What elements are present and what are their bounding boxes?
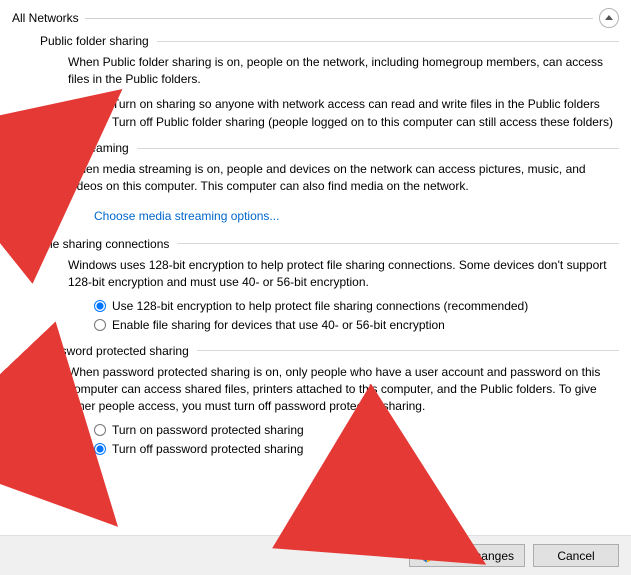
- uac-shield-icon: [420, 549, 434, 563]
- button-label: Cancel: [557, 549, 594, 563]
- group-description: When media streaming is on, people and d…: [68, 161, 608, 195]
- radio-pfs-off[interactable]: [94, 116, 106, 128]
- radio-label[interactable]: Turn off Public folder sharing (people l…: [112, 114, 613, 131]
- group-description: When Public folder sharing is on, people…: [68, 54, 608, 88]
- radio-label[interactable]: Turn off password protected sharing: [112, 441, 303, 458]
- radio-pps-off[interactable]: [94, 443, 106, 455]
- footer-bar: Save changes Cancel: [0, 535, 631, 575]
- group-public-folder-sharing: Public folder sharing When Public folder…: [40, 34, 619, 131]
- media-streaming-options-link[interactable]: Choose media streaming options...: [94, 209, 279, 223]
- group-title: File sharing connections: [40, 237, 177, 251]
- radio-label[interactable]: Turn on password protected sharing: [112, 422, 304, 439]
- section-header: All Networks: [12, 8, 619, 28]
- radio-pfs-on[interactable]: [94, 98, 106, 110]
- group-file-sharing-connections: File sharing connections Windows uses 12…: [40, 237, 619, 334]
- group-password-protected-sharing: Password protected sharing When password…: [40, 344, 619, 458]
- radio-fsc-128[interactable]: [94, 300, 106, 312]
- radio-label[interactable]: Use 128-bit encryption to help protect f…: [112, 298, 528, 315]
- collapse-button[interactable]: [599, 8, 619, 28]
- radio-pps-on[interactable]: [94, 424, 106, 436]
- chevron-up-icon: [605, 15, 613, 20]
- radio-fsc-4056[interactable]: [94, 319, 106, 331]
- radio-label[interactable]: Enable file sharing for devices that use…: [112, 317, 445, 334]
- group-description: When password protected sharing is on, o…: [68, 364, 608, 414]
- group-title: Password protected sharing: [40, 344, 197, 358]
- group-description: Windows uses 128-bit encryption to help …: [68, 257, 608, 291]
- group-title: Media streaming: [40, 141, 137, 155]
- section-title: All Networks: [12, 11, 85, 25]
- save-changes-button[interactable]: Save changes: [409, 544, 525, 567]
- cancel-button[interactable]: Cancel: [533, 544, 619, 567]
- group-title: Public folder sharing: [40, 34, 157, 48]
- header-rule: [85, 18, 593, 19]
- button-label: Save changes: [438, 549, 514, 563]
- radio-label[interactable]: Turn on sharing so anyone with network a…: [112, 96, 600, 113]
- group-media-streaming: Media streaming When media streaming is …: [40, 141, 619, 227]
